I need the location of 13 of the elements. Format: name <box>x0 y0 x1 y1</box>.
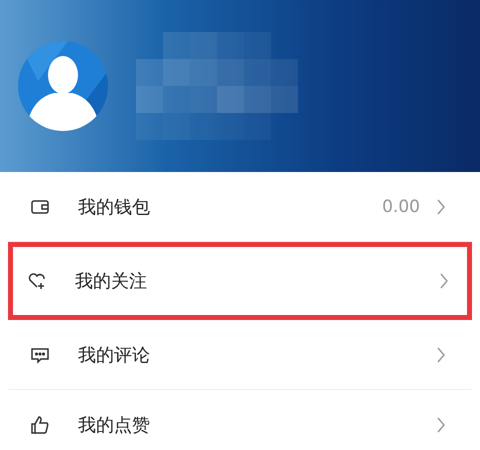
menu-item[interactable]: 我的钱包 0.00 <box>8 172 472 242</box>
thumbs-up-icon <box>30 414 50 434</box>
menu-item[interactable]: 我的评论 <box>8 320 472 390</box>
chevron-right-icon <box>439 271 449 291</box>
menu-label: 我的关注 <box>75 270 148 293</box>
balance-value: 0.00 <box>382 196 420 216</box>
menu-label: 我的评论 <box>78 344 151 366</box>
menu-item[interactable]: 我的点赞 <box>8 390 472 450</box>
menu-label: 我的点赞 <box>78 414 151 436</box>
heart-plus-icon <box>27 271 47 291</box>
highlighted-menu-item[interactable]: 我的关注 <box>8 242 472 320</box>
menu-label: 我的钱包 <box>78 196 151 218</box>
avatar-icon <box>18 41 108 131</box>
